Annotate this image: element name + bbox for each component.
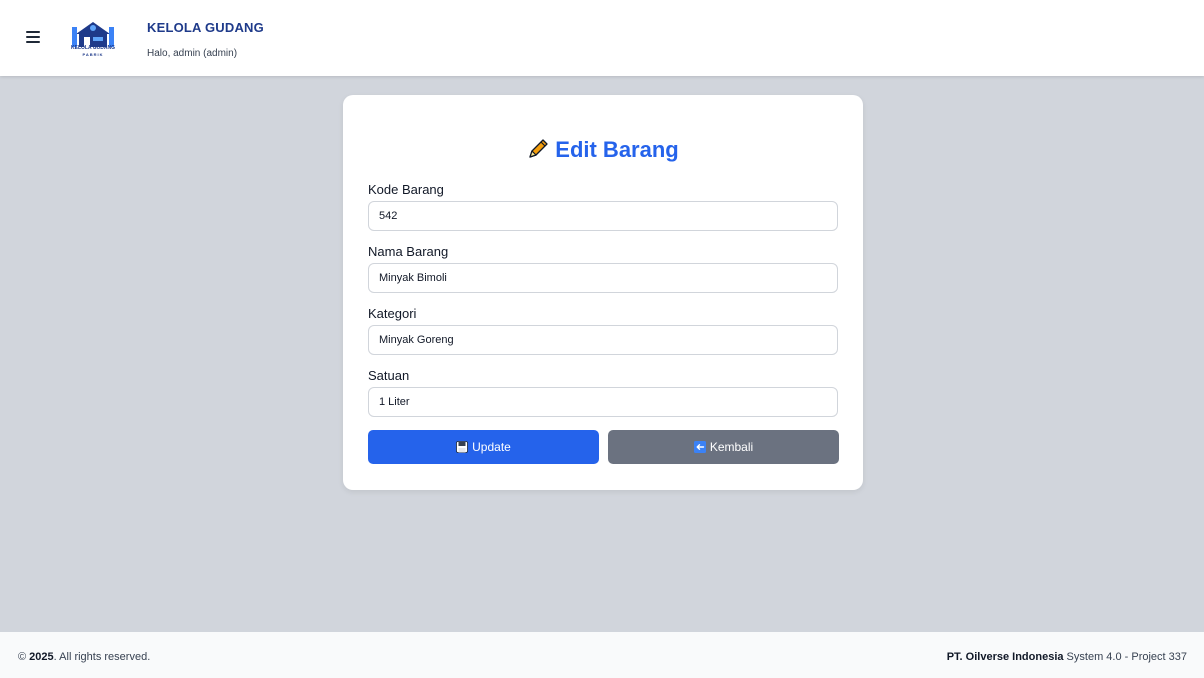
back-arrow-icon <box>693 441 706 453</box>
top-header: KELOLA GUDANG PABRIK KELOLA GUDANG Halo,… <box>0 0 1204 76</box>
edit-item-card: Edit Barang Kode Barang Nama Barang Kate… <box>343 95 863 490</box>
satuan-label: Satuan <box>368 368 410 383</box>
pencil-icon <box>527 138 549 166</box>
page-title-text: Edit Barang <box>555 137 679 162</box>
nama-barang-label: Nama Barang <box>368 244 449 259</box>
satuan-input[interactable] <box>368 387 838 417</box>
update-button[interactable]: Update <box>368 430 599 464</box>
kode-barang-label: Kode Barang <box>368 182 444 197</box>
user-greeting: Halo, admin (admin) <box>147 48 238 59</box>
copyright-text: © 2025. All rights reserved. <box>18 651 150 663</box>
floppy-disk-icon <box>456 441 469 453</box>
copyright-rights: . All rights reserved. <box>53 651 151 663</box>
kelola-gudang-logo: KELOLA GUDANG PABRIK <box>68 16 118 60</box>
kategori-label: Kategori <box>368 306 417 321</box>
kode-barang-input[interactable] <box>368 201 838 231</box>
copyright-symbol: © <box>18 651 27 663</box>
system-info: PT. Oilverse Indonesia System 4.0 - Proj… <box>947 651 1187 663</box>
hamburger-menu-icon[interactable] <box>24 28 42 46</box>
logo-text-top: KELOLA GUDANG <box>71 45 115 51</box>
nama-barang-input[interactable] <box>368 263 838 293</box>
footer: © 2025. All rights reserved. PT. Oilvers… <box>0 632 1204 678</box>
copyright-year: 2025 <box>29 651 54 663</box>
kategori-input[interactable] <box>368 325 838 355</box>
back-button[interactable]: Kembali <box>608 430 839 464</box>
logo-text-bottom: PABRIK <box>82 52 104 57</box>
company-name: PT. Oilverse Indonesia <box>946 651 1064 663</box>
back-button-label: Kembali <box>709 440 754 454</box>
page-title: Edit Barang <box>343 137 863 166</box>
update-button-label: Update <box>472 440 511 454</box>
app-title: KELOLA GUDANG <box>147 20 264 35</box>
system-version: System 4.0 - Project 337 <box>1063 651 1187 663</box>
